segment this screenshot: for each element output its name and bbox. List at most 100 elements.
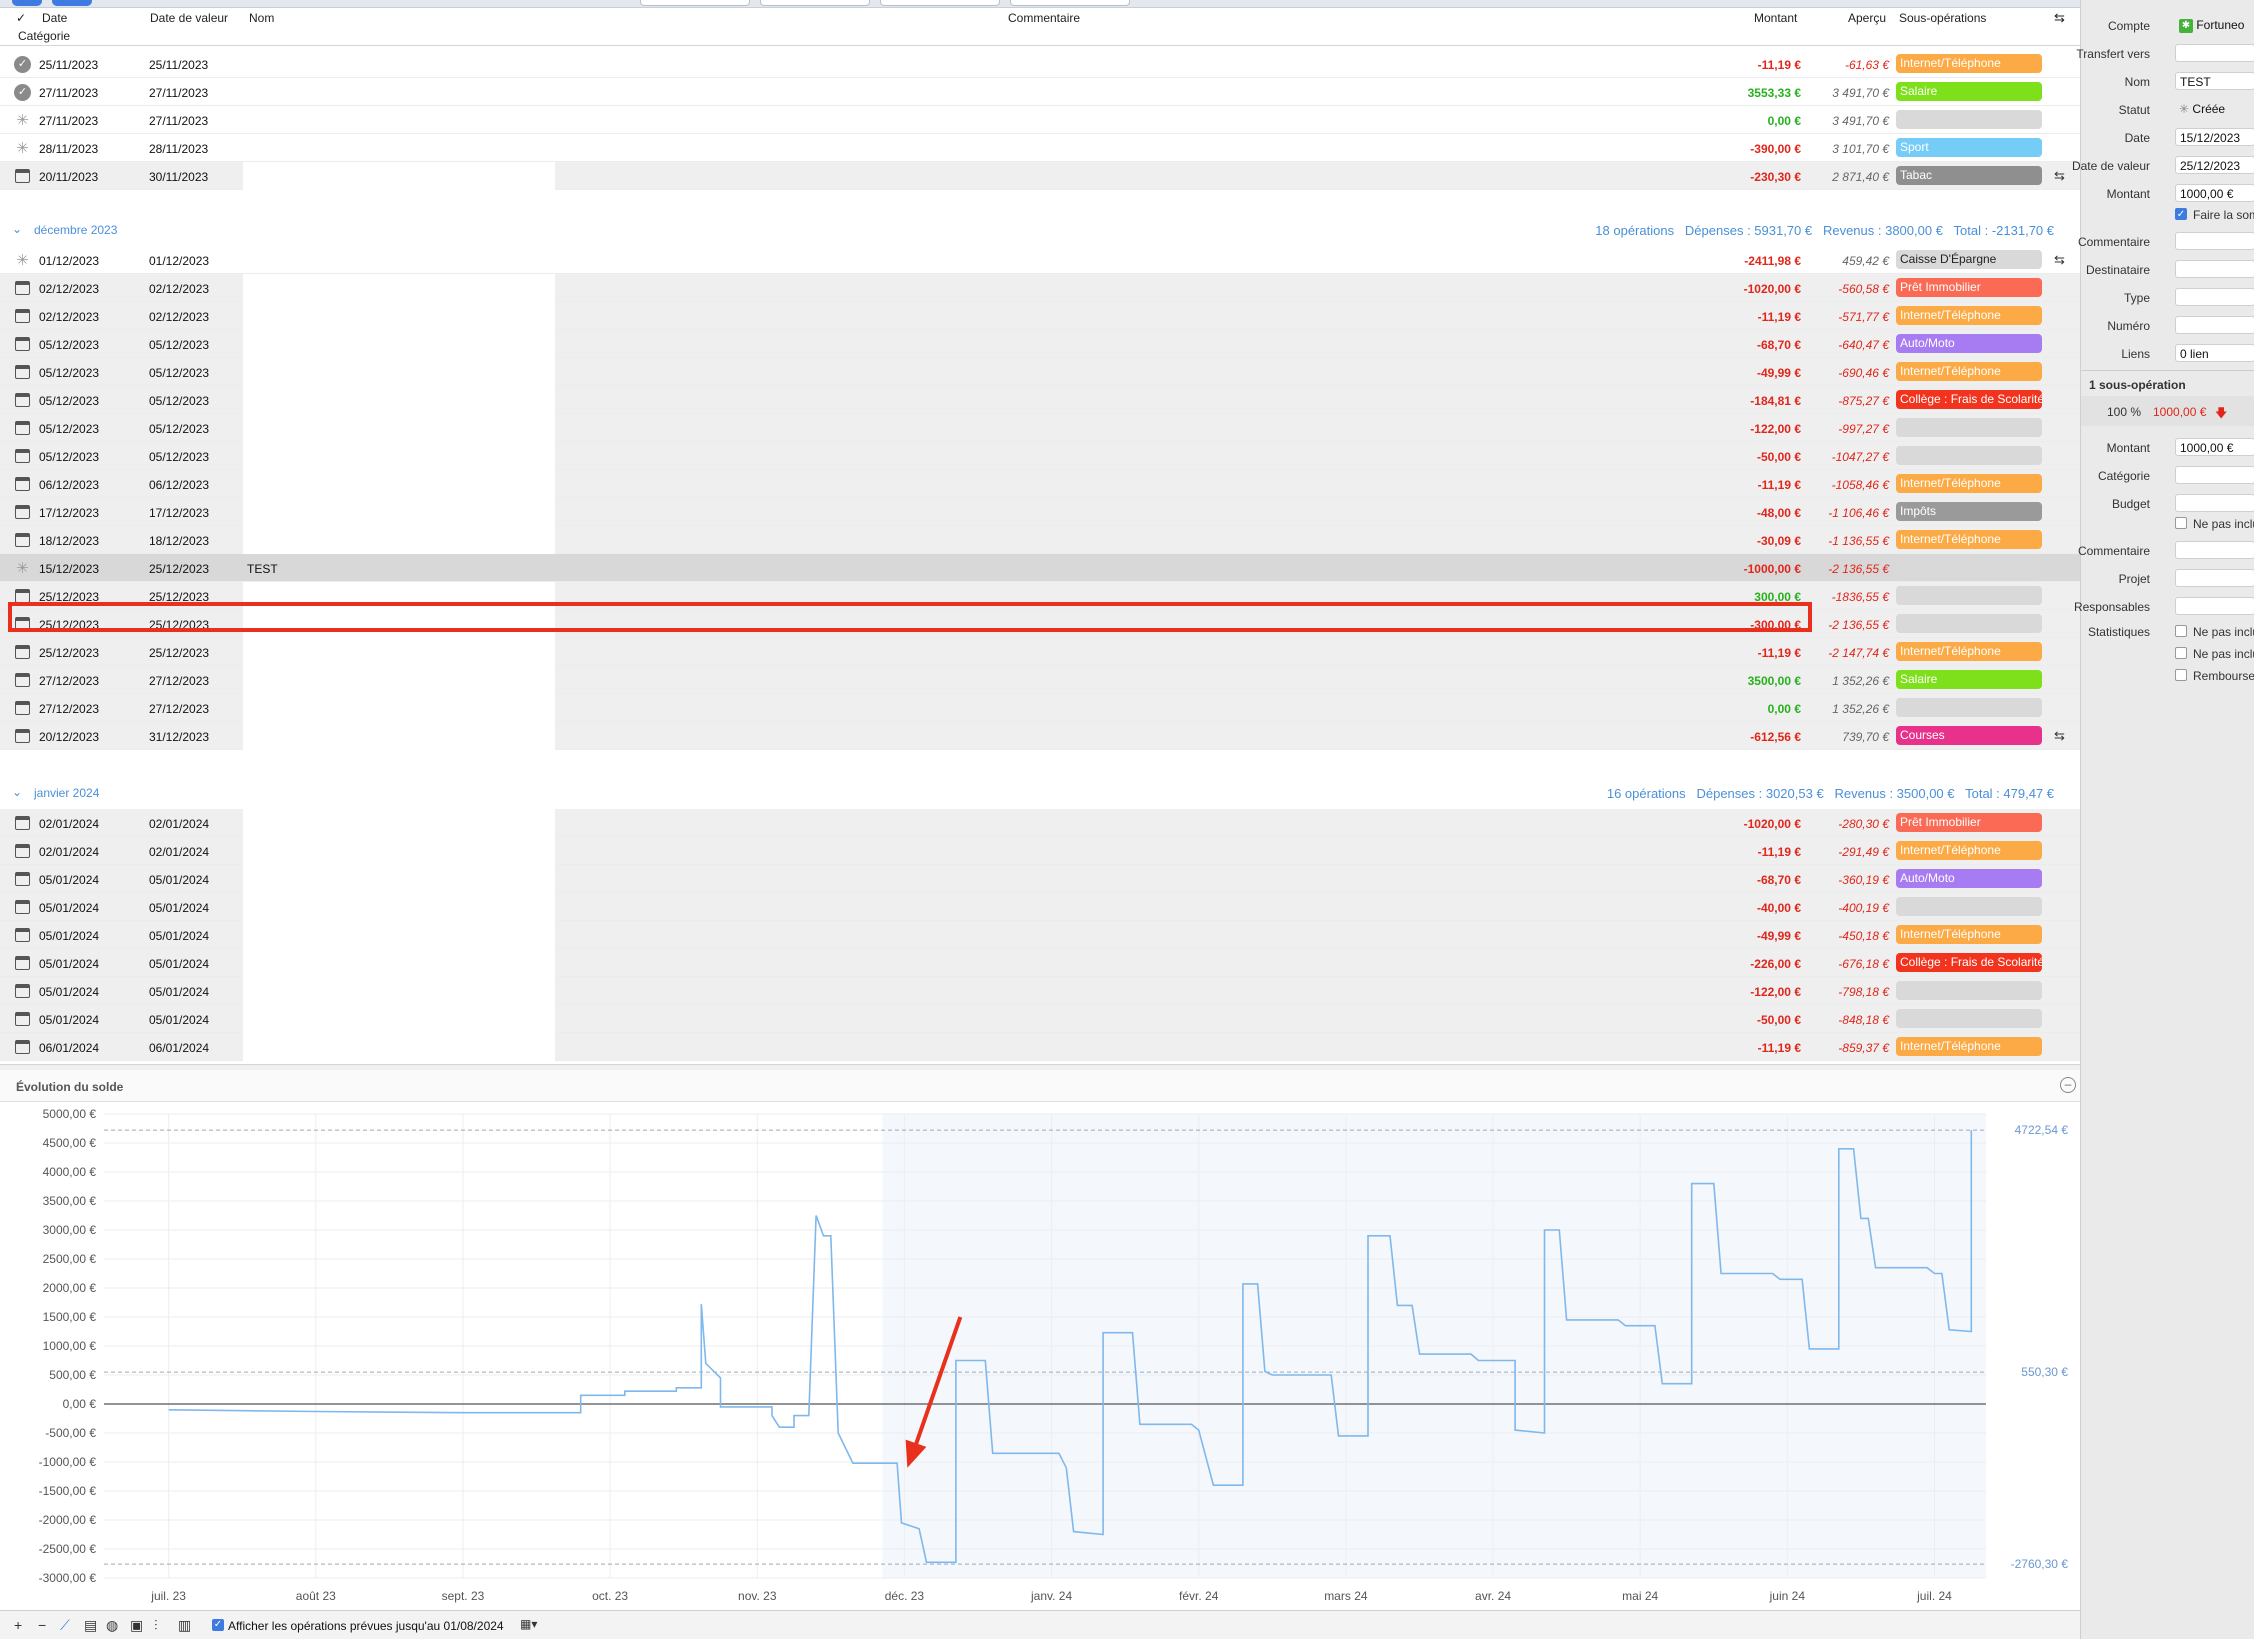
transaction-row[interactable]: ✓ 27/11/2023 27/11/2023 3553,33 € 3 491,70 €… bbox=[0, 78, 2080, 106]
calendar-icon[interactable] bbox=[15, 984, 30, 998]
category-tag[interactable]: Courses bbox=[1896, 726, 2042, 745]
transaction-row[interactable]: 20/12/2023 31/12/2023 -612,56 € 739,70 € Cou… bbox=[0, 722, 2080, 750]
pending-spinner-icon[interactable]: ✳ bbox=[14, 252, 31, 269]
responsibles-field[interactable] bbox=[2175, 597, 2254, 615]
calendar-icon[interactable] bbox=[15, 365, 30, 379]
comment2-field[interactable] bbox=[2175, 541, 2254, 559]
column-date[interactable]: Date bbox=[42, 11, 67, 25]
recipient-field[interactable] bbox=[2175, 260, 2254, 278]
split-icon[interactable]: ⇆ bbox=[2054, 252, 2065, 268]
category-tag[interactable]: Internet/Téléphone bbox=[1896, 362, 2042, 381]
calendar-icon[interactable] bbox=[15, 169, 30, 183]
category-tag[interactable]: Prêt Immobilier bbox=[1896, 813, 2042, 832]
transaction-row[interactable]: 18/12/2023 18/12/2023 -30,09 € -1 136,55 € I… bbox=[0, 526, 2080, 554]
transaction-row[interactable]: 20/11/2023 30/11/2023 -230,30 € 2 871,40 € T… bbox=[0, 162, 2080, 190]
transaction-row[interactable]: 27/12/2023 27/12/2023 0,00 € 1 352,26 € bbox=[0, 694, 2080, 722]
filter-field[interactable] bbox=[1010, 0, 1130, 6]
transaction-row[interactable]: 25/12/2023 25/12/2023 -11,19 € -2 147,74 € I… bbox=[0, 638, 2080, 666]
filter-field[interactable] bbox=[640, 0, 750, 6]
month-header-january[interactable]: ⌄ janvier 2024 16 opérations Dépenses : … bbox=[0, 779, 2080, 807]
column-name[interactable]: Nom bbox=[249, 11, 274, 25]
calendar-icon[interactable] bbox=[15, 1040, 30, 1054]
transaction-row[interactable]: 05/01/2024 05/01/2024 -50,00 € -848,18 € bbox=[0, 1005, 2080, 1033]
pending-spinner-icon[interactable]: ✳ bbox=[14, 112, 31, 129]
transaction-row[interactable]: 05/01/2024 05/01/2024 -122,00 € -798,18 € bbox=[0, 977, 2080, 1005]
transaction-row[interactable]: 05/12/2023 05/12/2023 -68,70 € -640,47 € Aut… bbox=[0, 330, 2080, 358]
category-tag[interactable]: Prêt Immobilier bbox=[1896, 278, 2042, 297]
transaction-row[interactable]: ✳ 15/12/2023 25/12/2023 TEST -1000,00 € -2 13… bbox=[0, 554, 2080, 582]
comment-field[interactable] bbox=[2175, 232, 2254, 250]
category-tag[interactable]: Caisse D'Épargne bbox=[1896, 250, 2042, 269]
account-value[interactable]: ✱ Fortuneo bbox=[2175, 16, 2254, 34]
category-tag[interactable]: Internet/Téléphone bbox=[1896, 642, 2042, 661]
number-field[interactable] bbox=[2175, 316, 2254, 334]
transaction-row[interactable]: ✳ 27/11/2023 27/11/2023 0,00 € 3 491,70 € bbox=[0, 106, 2080, 134]
category-tag-empty[interactable] bbox=[1896, 110, 2042, 129]
sliders-icon[interactable]: ⫶ bbox=[154, 1617, 158, 1634]
calendar-icon[interactable] bbox=[15, 281, 30, 295]
category-tag[interactable]: Internet/Téléphone bbox=[1896, 306, 2042, 325]
add-icon[interactable]: + bbox=[14, 1617, 22, 1633]
category-tag[interactable]: Internet/Téléphone bbox=[1896, 1037, 2042, 1056]
category-tag-empty[interactable] bbox=[1896, 698, 2042, 717]
transaction-row[interactable]: 05/01/2024 05/01/2024 -40,00 € -400,19 € bbox=[0, 893, 2080, 921]
transaction-row[interactable]: 05/12/2023 05/12/2023 -49,99 € -690,46 € Int… bbox=[0, 358, 2080, 386]
category-field[interactable] bbox=[2175, 466, 2254, 484]
transaction-row[interactable]: 05/01/2024 05/01/2024 -49,99 € -450,18 € Int… bbox=[0, 921, 2080, 949]
calendar-icon[interactable] bbox=[15, 673, 30, 687]
refund-checkbox[interactable] bbox=[2175, 669, 2187, 681]
split-icon[interactable]: ⇆ bbox=[2054, 728, 2065, 744]
calendar-icon[interactable] bbox=[15, 844, 30, 858]
status-value[interactable]: ✳ Créée bbox=[2175, 100, 2254, 118]
subop-amount-field[interactable]: 1000,00 € bbox=[2175, 438, 2254, 456]
category-tag-empty[interactable] bbox=[1896, 586, 2042, 605]
category-tag[interactable]: Sport bbox=[1896, 138, 2042, 157]
calendar-icon[interactable] bbox=[15, 872, 30, 886]
stats-exclude-checkbox-2[interactable] bbox=[2175, 647, 2187, 659]
transaction-row[interactable]: 25/12/2023 25/12/2023 300,00 € -1836,55 € bbox=[0, 582, 2080, 610]
transaction-row[interactable]: 02/01/2024 02/01/2024 -1020,00 € -280,30 € P… bbox=[0, 809, 2080, 837]
reconciled-check-icon[interactable]: ✓ bbox=[14, 56, 31, 73]
category-tag-empty[interactable] bbox=[1896, 897, 2042, 916]
transaction-row[interactable]: 02/01/2024 02/01/2024 -11,19 € -291,49 € Int… bbox=[0, 837, 2080, 865]
project-field[interactable] bbox=[2175, 569, 2254, 587]
category-tag[interactable]: Internet/Téléphone bbox=[1896, 841, 2042, 860]
calendar-icon[interactable] bbox=[15, 393, 30, 407]
transaction-row[interactable]: 25/12/2023 25/12/2023 -300,00 € -2 136,55 € bbox=[0, 610, 2080, 638]
transaction-row[interactable]: 02/12/2023 02/12/2023 -11,19 € -571,77 € Int… bbox=[0, 302, 2080, 330]
exclude-checkbox[interactable] bbox=[2175, 517, 2187, 529]
toolbar-button[interactable] bbox=[52, 0, 92, 6]
globe-icon[interactable]: ◍ bbox=[106, 1617, 118, 1634]
sum-checkbox[interactable]: ✓ bbox=[2175, 208, 2187, 220]
category-tag[interactable]: Internet/Téléphone bbox=[1896, 530, 2042, 549]
value-date-field[interactable]: 25/12/2023 bbox=[2175, 156, 2254, 174]
calendar-icon[interactable] bbox=[15, 477, 30, 491]
subop-row[interactable]: 100 % 1000,00 € 🡇 bbox=[2081, 396, 2254, 426]
category-tag[interactable]: Salaire bbox=[1896, 670, 2042, 689]
calendar-icon[interactable] bbox=[15, 309, 30, 323]
chevron-down-icon[interactable]: ⌄ bbox=[12, 222, 22, 236]
category-tag[interactable]: Internet/Téléphone bbox=[1896, 925, 2042, 944]
category-tag-empty[interactable] bbox=[1896, 1009, 2042, 1028]
category-tag[interactable]: Internet/Téléphone bbox=[1896, 54, 2042, 73]
calendar-icon[interactable] bbox=[15, 449, 30, 463]
category-tag-empty[interactable] bbox=[1896, 614, 2042, 633]
month-header-december[interactable]: ⌄ décembre 2023 18 opérations Dépenses :… bbox=[0, 216, 2080, 244]
stats-exclude-checkbox-1[interactable] bbox=[2175, 625, 2187, 637]
reconciled-check-icon[interactable]: ✓ bbox=[14, 84, 31, 101]
collapse-icon[interactable]: – bbox=[2060, 1077, 2076, 1093]
amount-field[interactable]: 1000,00 € bbox=[2175, 184, 2254, 202]
category-tag-empty[interactable] bbox=[1896, 418, 2042, 437]
calendar-icon[interactable] bbox=[15, 816, 30, 830]
column-category[interactable]: Catégorie bbox=[18, 29, 70, 43]
calendar-icon[interactable] bbox=[15, 928, 30, 942]
column-check[interactable]: ✓ bbox=[16, 11, 26, 25]
calendar-icon[interactable] bbox=[15, 701, 30, 715]
calendar-icon[interactable] bbox=[15, 589, 30, 603]
clipboard-icon[interactable]: ▤ bbox=[84, 1617, 97, 1634]
filter-field[interactable] bbox=[880, 0, 1000, 6]
calendar-icon[interactable] bbox=[15, 337, 30, 351]
transfer-field[interactable] bbox=[2175, 44, 2254, 62]
column-value-date[interactable]: Date de valeur bbox=[150, 11, 228, 25]
list-icon[interactable]: ▣ bbox=[130, 1617, 143, 1634]
